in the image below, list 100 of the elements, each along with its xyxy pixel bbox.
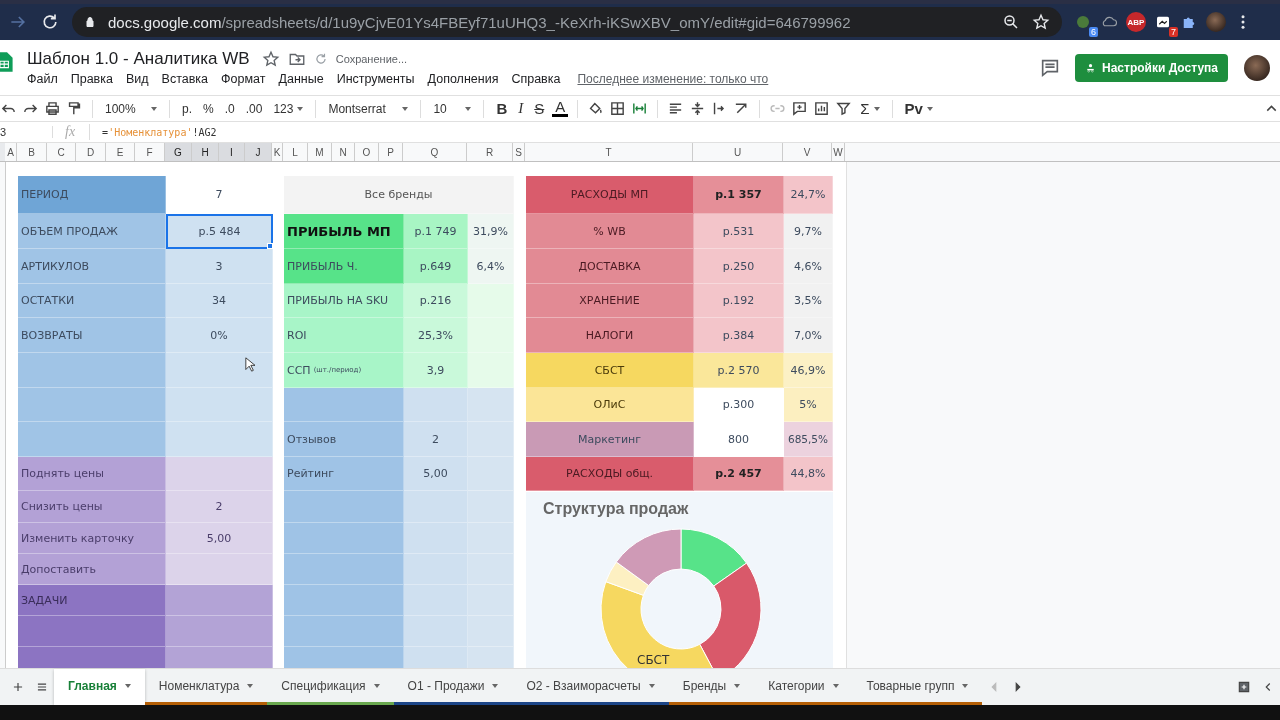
function-label: fx — [53, 124, 91, 140]
menu-item[interactable]: Файл — [27, 72, 58, 86]
label-cell: ХРАНЕНИЕ — [526, 284, 694, 318]
functions-button[interactable]: Σ — [857, 100, 883, 117]
label-cell: РАСХОДЫ МП — [526, 176, 694, 214]
value-cell: р.649 — [404, 249, 468, 284]
text-color-button[interactable]: A — [552, 100, 569, 117]
percent-cell: 685,5% — [784, 422, 833, 457]
label-cell: АРТИКУЛОВ — [18, 249, 166, 284]
value-cell: 2 — [404, 422, 468, 457]
column-header[interactable]: E — [106, 143, 135, 161]
sheet-tab[interactable]: Главная — [54, 669, 145, 705]
label-cell: Изменить карточку — [18, 523, 166, 554]
formula-field[interactable]: ='Номенклатура'!AG2 — [90, 126, 217, 138]
cell-text: ССП — [287, 363, 311, 377]
value-cell: р.531 — [694, 214, 784, 249]
value-cell: р.216 — [404, 284, 468, 318]
label-cell: ПРИБЫЛЬ МП — [284, 214, 404, 249]
column-header[interactable]: Q — [403, 143, 467, 161]
column-header[interactable]: S — [513, 143, 525, 161]
column-header[interactable]: C — [47, 143, 76, 161]
column-header[interactable]: I — [219, 143, 245, 161]
header-cell: Все бренды — [284, 176, 514, 214]
percent-button[interactable]: % — [200, 101, 217, 116]
column-header[interactable]: U — [693, 143, 783, 161]
column-header[interactable]: R — [467, 143, 513, 161]
label-cell: Рейтинг — [284, 457, 404, 491]
column-header[interactable]: L — [283, 143, 308, 161]
menu-item[interactable]: Вставка — [161, 72, 209, 86]
label-cell: Маркетинг — [526, 422, 694, 457]
italic-button[interactable]: I — [515, 100, 527, 117]
label-cell: Отзывов — [284, 422, 404, 457]
column-header[interactable]: H — [192, 143, 219, 161]
label-cell: ROI — [284, 318, 404, 353]
label-cell: ПЕРИОД — [18, 176, 166, 214]
font-dropdown[interactable]: Montserrat — [325, 101, 412, 116]
currency-button[interactable]: р. — [179, 101, 195, 116]
value-cell: 25,3% — [404, 318, 468, 353]
font-size-dropdown[interactable]: 10 — [430, 101, 475, 116]
value-cell: 3,9 — [404, 353, 468, 388]
menu-item[interactable]: Данные — [278, 72, 324, 86]
decrease-decimals-button[interactable]: .0 — [221, 101, 238, 116]
column-header[interactable]: K — [272, 143, 283, 161]
value-cell: р.384 — [694, 318, 784, 353]
menu-item[interactable]: Инструменты — [336, 72, 415, 86]
percent-cell: 24,7% — [784, 176, 833, 214]
value-cell: р.2 457 — [694, 457, 784, 491]
value-cell[interactable]: 34 — [166, 284, 273, 318]
label-cell: ВОЗВРАТЫ — [18, 318, 166, 353]
value-cell: р.192 — [694, 284, 784, 318]
value-cell[interactable]: р.5 484 — [166, 214, 273, 249]
value-cell: р.1 357 — [694, 176, 784, 214]
menu-item[interactable]: Формат — [221, 72, 266, 86]
label-cell: ОЛиС — [526, 388, 694, 422]
value-cell[interactable]: 5,00 — [166, 523, 273, 554]
menu-item[interactable]: Дополнения — [427, 72, 499, 86]
zoom-dropdown[interactable]: 100% — [102, 101, 160, 116]
bold-button[interactable]: B — [493, 100, 511, 117]
column-header[interactable]: J — [245, 143, 272, 161]
chart-label: СБСТ — [637, 653, 670, 667]
label-cell: % WB — [526, 214, 694, 249]
column-header[interactable]: P — [379, 143, 403, 161]
name-box[interactable]: 3 — [0, 126, 53, 138]
url-text: docs.google.com/spreadsheets/d/1u9yCjvE01Ys4FBEyf71uUHQ3_-KeXrh-iKSwXBV_omY/edit#gid=646799962 — [108, 13, 852, 31]
column-header[interactable]: T — [525, 143, 693, 161]
label-cell: ДОСТАВКА — [526, 249, 694, 284]
input-tools-button[interactable]: Рv — [901, 100, 936, 117]
badge: 6 — [1089, 27, 1098, 37]
percent-cell: 6,4% — [468, 249, 514, 284]
format-dropdown[interactable]: 123 — [270, 101, 307, 116]
value-cell[interactable]: 0% — [166, 318, 273, 353]
column-header[interactable]: M — [308, 143, 332, 161]
column-header[interactable]: D — [76, 143, 106, 161]
address-bar[interactable]: docs.google.com/spreadsheets/d/1u9yCjvE01Ys4FBEyf71uUHQ3_-KeXrh-iKSwXBV_omY/edit#gid=646799962 — [72, 7, 1062, 37]
menu-item[interactable]: Правка — [70, 72, 113, 86]
document-title[interactable]: Шаблон 1.0 - Аналитика WB — [27, 49, 250, 69]
label-cell: ПРИБЫЛЬ НА SKU — [284, 284, 404, 318]
column-header[interactable]: O — [355, 143, 379, 161]
column-header[interactable]: N — [332, 143, 355, 161]
menu-item[interactable]: Справка — [511, 72, 561, 86]
chart-title: Структура продаж — [543, 500, 689, 518]
label-cell: НАЛОГИ — [526, 318, 694, 353]
last-edit-link[interactable]: Последнее изменение: только что — [577, 72, 769, 86]
adblock-button[interactable]: ABP — [1126, 12, 1146, 32]
menu-item[interactable]: Вид — [125, 72, 149, 86]
value-cell[interactable]: 3 — [166, 249, 273, 284]
badge: 7 — [1169, 27, 1178, 37]
column-header[interactable]: A — [5, 143, 17, 161]
increase-decimals-button[interactable]: .00 — [242, 101, 266, 116]
value-cell: р.1 749 — [404, 214, 468, 249]
percent-cell: 31,9% — [468, 214, 514, 249]
column-header[interactable]: B — [17, 143, 47, 161]
share-button[interactable]: Настройки Доступа — [1075, 53, 1228, 82]
column-header[interactable]: V — [783, 143, 832, 161]
percent-cell: 46,9% — [784, 353, 833, 388]
chart-panel[interactable]: Структура продаж СБСТ — [526, 492, 833, 668]
label-cell: РАСХОДЫ общ. — [526, 457, 694, 491]
column-header[interactable]: G — [165, 143, 192, 161]
value-cell[interactable]: 2 — [166, 491, 273, 523]
strikethrough-button[interactable]: S — [531, 100, 548, 117]
